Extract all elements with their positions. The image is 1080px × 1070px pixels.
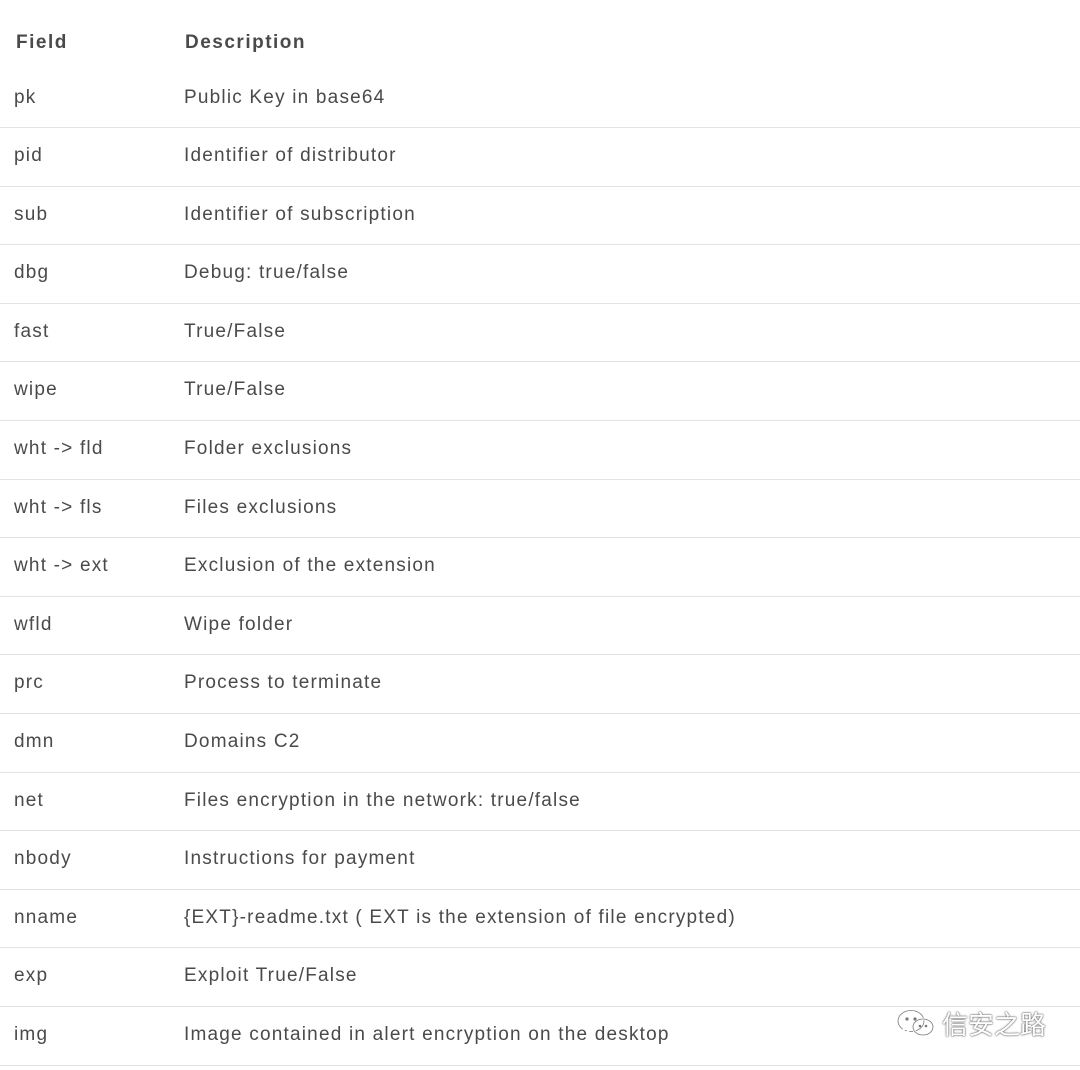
cell-description: Exploit True/False (184, 965, 358, 987)
cell-description: Identifier of distributor (184, 145, 397, 166)
cell-description: Domains C2 (184, 730, 301, 752)
table-row: sub Identifier of subscription (0, 187, 1080, 246)
table-header: Field Description (0, 0, 1080, 70)
watermark: 信安之路 (896, 1005, 1046, 1042)
header-field: Field (16, 32, 68, 53)
cell-description: Public Key in base64 (184, 87, 386, 108)
cell-field: nbody (14, 848, 72, 870)
cell-field: fast (14, 320, 50, 342)
cell-field: dbg (14, 262, 50, 284)
cell-field: net (14, 789, 45, 811)
table-row: fast True/False (0, 304, 1080, 363)
cell-description: Identifier of subscription (184, 203, 416, 225)
cell-field: wfld (14, 613, 53, 635)
cell-field: wht -> fld (14, 437, 104, 459)
table-row: dmn Domains C2 (0, 714, 1080, 773)
cell-description: Folder exclusions (184, 437, 353, 459)
table-row: nname {EXT}-readme.txt ( EXT is the exten… (0, 890, 1080, 949)
cell-description: True/False (184, 320, 287, 342)
cell-description: Process to terminate (184, 672, 383, 694)
cell-field: wipe (14, 379, 58, 401)
cell-field: wht -> ext (14, 555, 109, 577)
cell-field: pid (14, 145, 43, 166)
cell-field: dmn (14, 730, 55, 752)
table-row: wht -> ext Exclusion of the extension (0, 538, 1080, 597)
table-row: nbody Instructions for payment (0, 831, 1080, 890)
table-body: pk Public Key in base64 pid Identifier of d… (0, 70, 1080, 1066)
header-description: Description (185, 32, 307, 53)
watermark-text: 信安之路 (941, 1011, 1046, 1041)
cell-description: Files exclusions (184, 496, 338, 518)
cell-description: {EXT}-readme.txt ( EXT is the extension … (184, 906, 736, 928)
table-row: wfld Wipe folder (0, 597, 1080, 656)
cell-description: Files encryption in the network: true/fa… (184, 789, 581, 811)
table-row: exp Exploit True/False (0, 948, 1080, 1007)
cell-description: Exclusion of the extension (184, 555, 436, 577)
table-row: wht -> fls Files exclusions (0, 480, 1080, 539)
cell-field: pk (14, 87, 37, 108)
fields-table: Field Description pk Public Key in base64… (0, 0, 1080, 1066)
cell-field: sub (14, 203, 49, 225)
table-row: prc Process to terminate (0, 655, 1080, 714)
table-row: dbg Debug: true/false (0, 245, 1080, 304)
cell-description: True/False (184, 379, 287, 401)
cell-field: wht -> fls (14, 496, 103, 518)
cell-field: exp (14, 965, 49, 987)
table-row: pk Public Key in base64 (0, 70, 1080, 128)
table-row: wipe True/False (0, 362, 1080, 421)
cell-description: Debug: true/false (184, 262, 350, 284)
cell-field: prc (14, 672, 44, 694)
cell-field: img (14, 1023, 49, 1045)
wechat-icon (896, 1008, 935, 1038)
cell-description: Wipe folder (184, 613, 294, 635)
table-row: pid Identifier of distributor (0, 128, 1080, 187)
table-row: net Files encryption in the network: true… (0, 773, 1080, 832)
cell-description: Image contained in alert encryption on t… (184, 1023, 670, 1045)
cell-field: nname (14, 906, 79, 928)
cell-description: Instructions for payment (184, 848, 416, 870)
table-row: wht -> fld Folder exclusions (0, 421, 1080, 480)
